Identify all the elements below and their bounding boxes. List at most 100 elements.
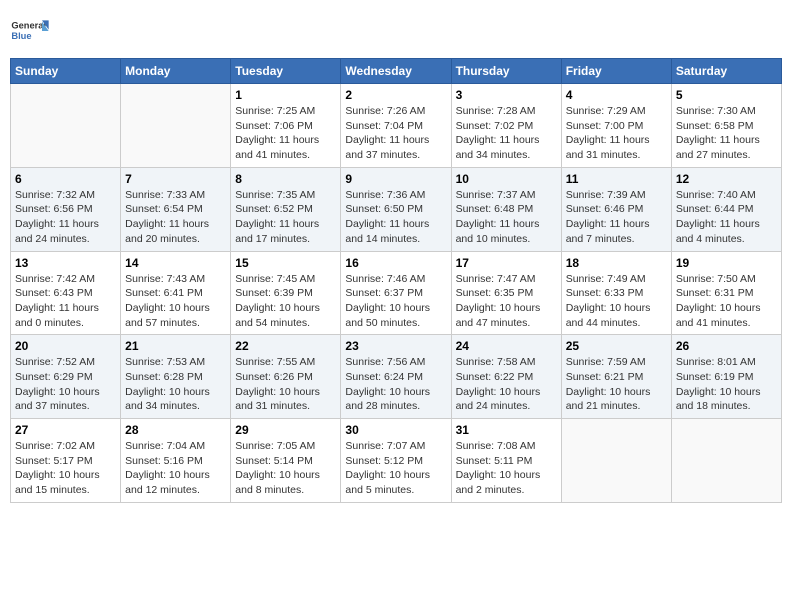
calendar-week-3: 13 Sunrise: 7:42 AM Sunset: 6:43 PM Dayli… <box>11 251 782 335</box>
day-info: Sunrise: 7:40 AM Sunset: 6:44 PM Dayligh… <box>676 188 777 247</box>
day-info: Sunrise: 7:59 AM Sunset: 6:21 PM Dayligh… <box>566 355 667 414</box>
day-info: Sunrise: 7:55 AM Sunset: 6:26 PM Dayligh… <box>235 355 336 414</box>
calendar-cell: 29Sunrise: 7:05 AM Sunset: 5:14 PM Dayli… <box>231 419 341 503</box>
logo: General Blue <box>10 10 50 50</box>
day-number: 1 <box>235 88 336 102</box>
day-info: Sunrise: 7:07 AM Sunset: 5:12 PM Dayligh… <box>345 439 446 498</box>
calendar-cell: 6 Sunrise: 7:32 AM Sunset: 6:56 PM Daylig… <box>11 167 121 251</box>
calendar-cell: 16 Sunrise: 7:46 AM Sunset: 6:37 PM Dayli… <box>341 251 451 335</box>
day-number: 14 <box>125 256 226 270</box>
day-number: 2 <box>345 88 446 102</box>
day-info: Sunrise: 8:01 AM Sunset: 6:19 PM Dayligh… <box>676 355 777 414</box>
weekday-header-wednesday: Wednesday <box>341 59 451 84</box>
weekday-header-thursday: Thursday <box>451 59 561 84</box>
day-info: Sunrise: 7:45 AM Sunset: 6:39 PM Dayligh… <box>235 272 336 331</box>
calendar-cell: 13 Sunrise: 7:42 AM Sunset: 6:43 PM Dayli… <box>11 251 121 335</box>
weekday-header-monday: Monday <box>121 59 231 84</box>
calendar-cell: 17 Sunrise: 7:47 AM Sunset: 6:35 PM Dayli… <box>451 251 561 335</box>
weekday-header-friday: Friday <box>561 59 671 84</box>
day-info: Sunrise: 7:46 AM Sunset: 6:37 PM Dayligh… <box>345 272 446 331</box>
day-number: 18 <box>566 256 667 270</box>
day-number: 31 <box>456 423 557 437</box>
day-info: Sunrise: 7:49 AM Sunset: 6:33 PM Dayligh… <box>566 272 667 331</box>
calendar-cell: 24 Sunrise: 7:58 AM Sunset: 6:22 PM Dayli… <box>451 335 561 419</box>
day-info: Sunrise: 7:32 AM Sunset: 6:56 PM Dayligh… <box>15 188 116 247</box>
calendar-cell: 30 Sunrise: 7:07 AM Sunset: 5:12 PM Dayli… <box>341 419 451 503</box>
day-number: 10 <box>456 172 557 186</box>
day-info: Sunrise: 7:08 AM Sunset: 5:11 PM Dayligh… <box>456 439 557 498</box>
calendar-cell <box>121 84 231 168</box>
day-info: Sunrise: 7:43 AM Sunset: 6:41 PM Dayligh… <box>125 272 226 331</box>
calendar-cell: 20Sunrise: 7:52 AM Sunset: 6:29 PM Dayli… <box>11 335 121 419</box>
day-info: Sunrise: 7:37 AM Sunset: 6:48 PM Dayligh… <box>456 188 557 247</box>
day-number: 7 <box>125 172 226 186</box>
day-number: 24 <box>456 339 557 353</box>
day-number: 29 <box>235 423 336 437</box>
day-number: 26 <box>676 339 777 353</box>
day-number: 20 <box>15 339 116 353</box>
calendar-cell: 8 Sunrise: 7:35 AM Sunset: 6:52 PM Daylig… <box>231 167 341 251</box>
day-number: 28 <box>125 423 226 437</box>
calendar-cell: 2 Sunrise: 7:26 AM Sunset: 7:04 PM Daylig… <box>341 84 451 168</box>
day-number: 21 <box>125 339 226 353</box>
calendar-week-1: 1 Sunrise: 7:25 AM Sunset: 7:06 PM Daylig… <box>11 84 782 168</box>
day-info: Sunrise: 7:26 AM Sunset: 7:04 PM Dayligh… <box>345 104 446 163</box>
calendar-cell: 25 Sunrise: 7:59 AM Sunset: 6:21 PM Dayli… <box>561 335 671 419</box>
day-info: Sunrise: 7:28 AM Sunset: 7:02 PM Dayligh… <box>456 104 557 163</box>
calendar-cell: 23Sunrise: 7:56 AM Sunset: 6:24 PM Dayli… <box>341 335 451 419</box>
day-number: 17 <box>456 256 557 270</box>
day-info: Sunrise: 7:25 AM Sunset: 7:06 PM Dayligh… <box>235 104 336 163</box>
day-info: Sunrise: 7:39 AM Sunset: 6:46 PM Dayligh… <box>566 188 667 247</box>
day-number: 25 <box>566 339 667 353</box>
day-number: 30 <box>345 423 446 437</box>
day-number: 3 <box>456 88 557 102</box>
day-number: 16 <box>345 256 446 270</box>
day-info: Sunrise: 7:30 AM Sunset: 6:58 PM Dayligh… <box>676 104 777 163</box>
calendar-week-2: 6 Sunrise: 7:32 AM Sunset: 6:56 PM Daylig… <box>11 167 782 251</box>
calendar-cell: 18 Sunrise: 7:49 AM Sunset: 6:33 PM Dayli… <box>561 251 671 335</box>
calendar-week-5: 27Sunrise: 7:02 AM Sunset: 5:17 PM Dayli… <box>11 419 782 503</box>
day-info: Sunrise: 7:53 AM Sunset: 6:28 PM Dayligh… <box>125 355 226 414</box>
day-info: Sunrise: 7:04 AM Sunset: 5:16 PM Dayligh… <box>125 439 226 498</box>
logo-svg: General Blue <box>10 10 50 50</box>
day-info: Sunrise: 7:47 AM Sunset: 6:35 PM Dayligh… <box>456 272 557 331</box>
day-number: 22 <box>235 339 336 353</box>
day-info: Sunrise: 7:58 AM Sunset: 6:22 PM Dayligh… <box>456 355 557 414</box>
day-number: 27 <box>15 423 116 437</box>
calendar-cell: 3 Sunrise: 7:28 AM Sunset: 7:02 PM Daylig… <box>451 84 561 168</box>
svg-text:Blue: Blue <box>11 31 31 41</box>
calendar-cell: 9Sunrise: 7:36 AM Sunset: 6:50 PM Daylig… <box>341 167 451 251</box>
calendar-cell: 1 Sunrise: 7:25 AM Sunset: 7:06 PM Daylig… <box>231 84 341 168</box>
calendar-cell: 11Sunrise: 7:39 AM Sunset: 6:46 PM Dayli… <box>561 167 671 251</box>
day-info: Sunrise: 7:29 AM Sunset: 7:00 PM Dayligh… <box>566 104 667 163</box>
calendar-cell: 12 Sunrise: 7:40 AM Sunset: 6:44 PM Dayli… <box>671 167 781 251</box>
calendar-cell <box>11 84 121 168</box>
day-info: Sunrise: 7:50 AM Sunset: 6:31 PM Dayligh… <box>676 272 777 331</box>
day-number: 15 <box>235 256 336 270</box>
weekday-header-sunday: Sunday <box>11 59 121 84</box>
calendar-cell: 15 Sunrise: 7:45 AM Sunset: 6:39 PM Dayli… <box>231 251 341 335</box>
calendar-cell: 10 Sunrise: 7:37 AM Sunset: 6:48 PM Dayli… <box>451 167 561 251</box>
calendar-cell <box>561 419 671 503</box>
calendar-cell: 31 Sunrise: 7:08 AM Sunset: 5:11 PM Dayli… <box>451 419 561 503</box>
calendar-cell: 22 Sunrise: 7:55 AM Sunset: 6:26 PM Dayli… <box>231 335 341 419</box>
day-info: Sunrise: 7:36 AM Sunset: 6:50 PM Dayligh… <box>345 188 446 247</box>
calendar-cell <box>671 419 781 503</box>
day-info: Sunrise: 7:33 AM Sunset: 6:54 PM Dayligh… <box>125 188 226 247</box>
day-number: 5 <box>676 88 777 102</box>
calendar-cell: 26 Sunrise: 8:01 AM Sunset: 6:19 PM Dayli… <box>671 335 781 419</box>
day-number: 13 <box>15 256 116 270</box>
calendar-cell: 28 Sunrise: 7:04 AM Sunset: 5:16 PM Dayli… <box>121 419 231 503</box>
day-info: Sunrise: 7:56 AM Sunset: 6:24 PM Dayligh… <box>345 355 446 414</box>
day-number: 8 <box>235 172 336 186</box>
day-info: Sunrise: 7:42 AM Sunset: 6:43 PM Dayligh… <box>15 272 116 331</box>
day-number: 6 <box>15 172 116 186</box>
svg-text:General: General <box>11 20 46 30</box>
day-number: 19 <box>676 256 777 270</box>
calendar-table: SundayMondayTuesdayWednesdayThursdayFrid… <box>10 58 782 503</box>
calendar-cell: 19 Sunrise: 7:50 AM Sunset: 6:31 PM Dayli… <box>671 251 781 335</box>
day-number: 4 <box>566 88 667 102</box>
day-number: 12 <box>676 172 777 186</box>
day-info: Sunrise: 7:35 AM Sunset: 6:52 PM Dayligh… <box>235 188 336 247</box>
weekday-header-saturday: Saturday <box>671 59 781 84</box>
